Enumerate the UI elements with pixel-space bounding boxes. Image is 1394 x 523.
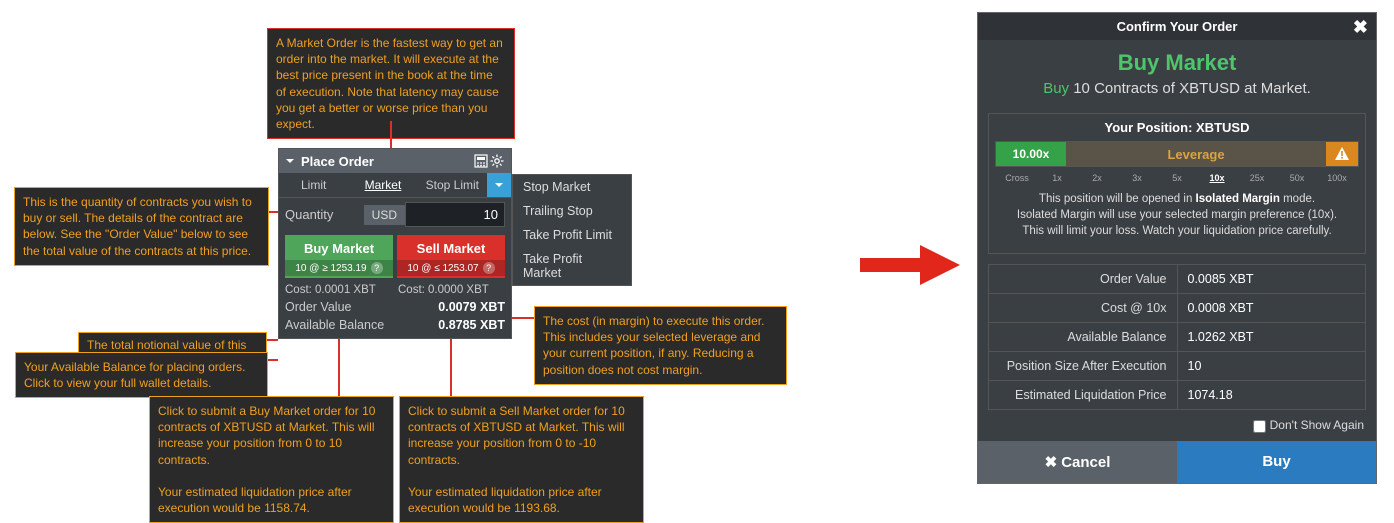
- dialog-sub-rest: 10 Contracts of XBTUSD at Market.: [1069, 80, 1311, 97]
- table-row: Position Size After Execution10: [989, 351, 1365, 380]
- tooltip-sell: Click to submit a Sell Market order for …: [399, 396, 644, 523]
- sell-sub: 10 @ ≤ 1253.07: [407, 263, 478, 274]
- panel-title: Place Order: [301, 154, 374, 169]
- tab-market[interactable]: Market: [348, 173, 417, 197]
- tab-more-dropdown[interactable]: [487, 173, 511, 197]
- dialog-header: Confirm Your Order ✖: [978, 13, 1376, 40]
- dropdown-item-trailing-stop[interactable]: Trailing Stop: [513, 199, 631, 223]
- dialog-sub-buy: Buy: [1043, 80, 1069, 97]
- leverage-label: Leverage: [1066, 142, 1326, 166]
- tooltip-quantity: This is the quantity of contracts you wi…: [14, 187, 269, 266]
- tab-stop-limit[interactable]: Stop Limit: [418, 173, 487, 197]
- dropdown-item-stop-market[interactable]: Stop Market: [513, 175, 631, 199]
- cancel-button[interactable]: ✖Cancel: [978, 441, 1177, 483]
- dialog-title-bar: Confirm Your Order: [1117, 19, 1238, 34]
- position-title: Your Position: XBTUSD: [995, 120, 1359, 141]
- confirm-buy-button[interactable]: Buy: [1177, 441, 1376, 483]
- position-block: Your Position: XBTUSD 10.00x Leverage Cr…: [988, 113, 1366, 254]
- table-row: Estimated Liquidation Price1074.18: [989, 380, 1365, 409]
- leverage-tick[interactable]: 100x: [1317, 173, 1357, 183]
- leverage-tick[interactable]: Cross: [997, 173, 1037, 183]
- leverage-tick[interactable]: 50x: [1277, 173, 1317, 183]
- help-icon[interactable]: ?: [371, 262, 383, 274]
- close-icon[interactable]: ✖: [1353, 17, 1368, 38]
- arrow-icon: [860, 240, 960, 290]
- confirm-order-dialog: Confirm Your Order ✖ Buy Market Buy 10 C…: [977, 12, 1377, 484]
- leverage-tick[interactable]: 10x: [1197, 173, 1237, 183]
- order-type-tabs: Limit Market Stop Limit: [279, 173, 511, 198]
- dont-show-checkbox[interactable]: Don't Show Again: [1253, 418, 1364, 432]
- warning-icon: [1326, 142, 1358, 166]
- close-icon: ✖: [1045, 454, 1058, 471]
- table-row: Cost @ 10x0.0008 XBT: [989, 293, 1365, 322]
- margin-note: This position will be opened in Isolated…: [995, 183, 1359, 247]
- order-type-dropdown-menu: Stop Market Trailing Stop Take Profit Li…: [512, 174, 632, 286]
- leverage-tick[interactable]: 1x: [1037, 173, 1077, 183]
- sell-button-label: Sell Market: [417, 241, 486, 256]
- table-value: 1.0262 XBT: [1178, 323, 1366, 351]
- table-value: 0.0085 XBT: [1178, 265, 1366, 293]
- leverage-tick[interactable]: 5x: [1157, 173, 1197, 183]
- dont-show-row: Don't Show Again: [978, 410, 1376, 440]
- quantity-label: Quantity: [285, 207, 364, 222]
- leverage-tick[interactable]: 25x: [1237, 173, 1277, 183]
- table-value: 0.0008 XBT: [1178, 294, 1366, 322]
- table-label: Order Value: [989, 265, 1178, 293]
- leverage-bar: 10.00x Leverage: [995, 141, 1359, 167]
- leverage-tick[interactable]: 2x: [1077, 173, 1117, 183]
- quantity-input[interactable]: [405, 202, 505, 227]
- available-balance-amount: 0.8785 XBT: [438, 318, 505, 332]
- sell-market-button[interactable]: Sell Market 10 @ ≤ 1253.07?: [397, 235, 505, 278]
- order-value-label: Order Value: [285, 300, 438, 314]
- cost-buy-label: Cost: 0.0001 XBT: [285, 284, 392, 296]
- buy-market-button[interactable]: Buy Market 10 @ ≥ 1253.19?: [285, 235, 393, 278]
- dropdown-item-take-profit-market[interactable]: Take Profit Market: [513, 247, 631, 285]
- help-icon[interactable]: ?: [483, 262, 495, 274]
- available-balance-label: Available Balance: [285, 318, 438, 332]
- table-label: Available Balance: [989, 323, 1178, 351]
- table-label: Cost @ 10x: [989, 294, 1178, 322]
- currency-badge: USD: [364, 205, 405, 225]
- order-value-row: Order Value 0.0079 XBT: [279, 298, 511, 316]
- leverage-tick[interactable]: 3x: [1117, 173, 1157, 183]
- table-value: 1074.18: [1178, 381, 1366, 409]
- order-value-amount: 0.0079 XBT: [438, 300, 505, 314]
- cost-sell-label: Cost: 0.0000 XBT: [392, 284, 505, 296]
- chevron-down-icon[interactable]: [285, 156, 295, 166]
- buy-sub: 10 @ ≥ 1253.19: [295, 263, 366, 274]
- table-label: Estimated Liquidation Price: [989, 381, 1178, 409]
- calculator-icon[interactable]: [473, 153, 489, 169]
- summary-table: Order Value0.0085 XBTCost @ 10x0.0008 XB…: [988, 264, 1366, 410]
- tooltip-available-balance: Your Available Balance for placing order…: [15, 352, 268, 398]
- table-row: Order Value0.0085 XBT: [989, 265, 1365, 293]
- quantity-row: Quantity USD: [279, 198, 511, 231]
- tooltip-cost: The cost (in margin) to execute this ord…: [534, 306, 787, 385]
- gear-icon[interactable]: [489, 153, 505, 169]
- table-label: Position Size After Execution: [989, 352, 1178, 380]
- tooltip-buy: Click to submit a Buy Market order for 1…: [149, 396, 394, 523]
- buy-button-label: Buy Market: [304, 241, 374, 256]
- dropdown-item-take-profit-limit[interactable]: Take Profit Limit: [513, 223, 631, 247]
- place-order-panel: Place Order Limit Market Stop Limit Quan…: [278, 148, 512, 339]
- table-row: Available Balance1.0262 XBT: [989, 322, 1365, 351]
- dialog-title: Buy Market: [978, 40, 1376, 80]
- tab-limit[interactable]: Limit: [279, 173, 348, 197]
- leverage-value: 10.00x: [996, 142, 1066, 166]
- leverage-ticks[interactable]: Cross1x2x3x5x10x25x50x100x: [995, 167, 1359, 183]
- available-balance-row[interactable]: Available Balance 0.8785 XBT: [279, 316, 511, 338]
- cost-row: Cost: 0.0001 XBT Cost: 0.0000 XBT: [279, 282, 511, 298]
- table-value: 10: [1178, 352, 1366, 380]
- panel-header: Place Order: [279, 149, 511, 173]
- dialog-subtitle: Buy 10 Contracts of XBTUSD at Market.: [978, 80, 1376, 107]
